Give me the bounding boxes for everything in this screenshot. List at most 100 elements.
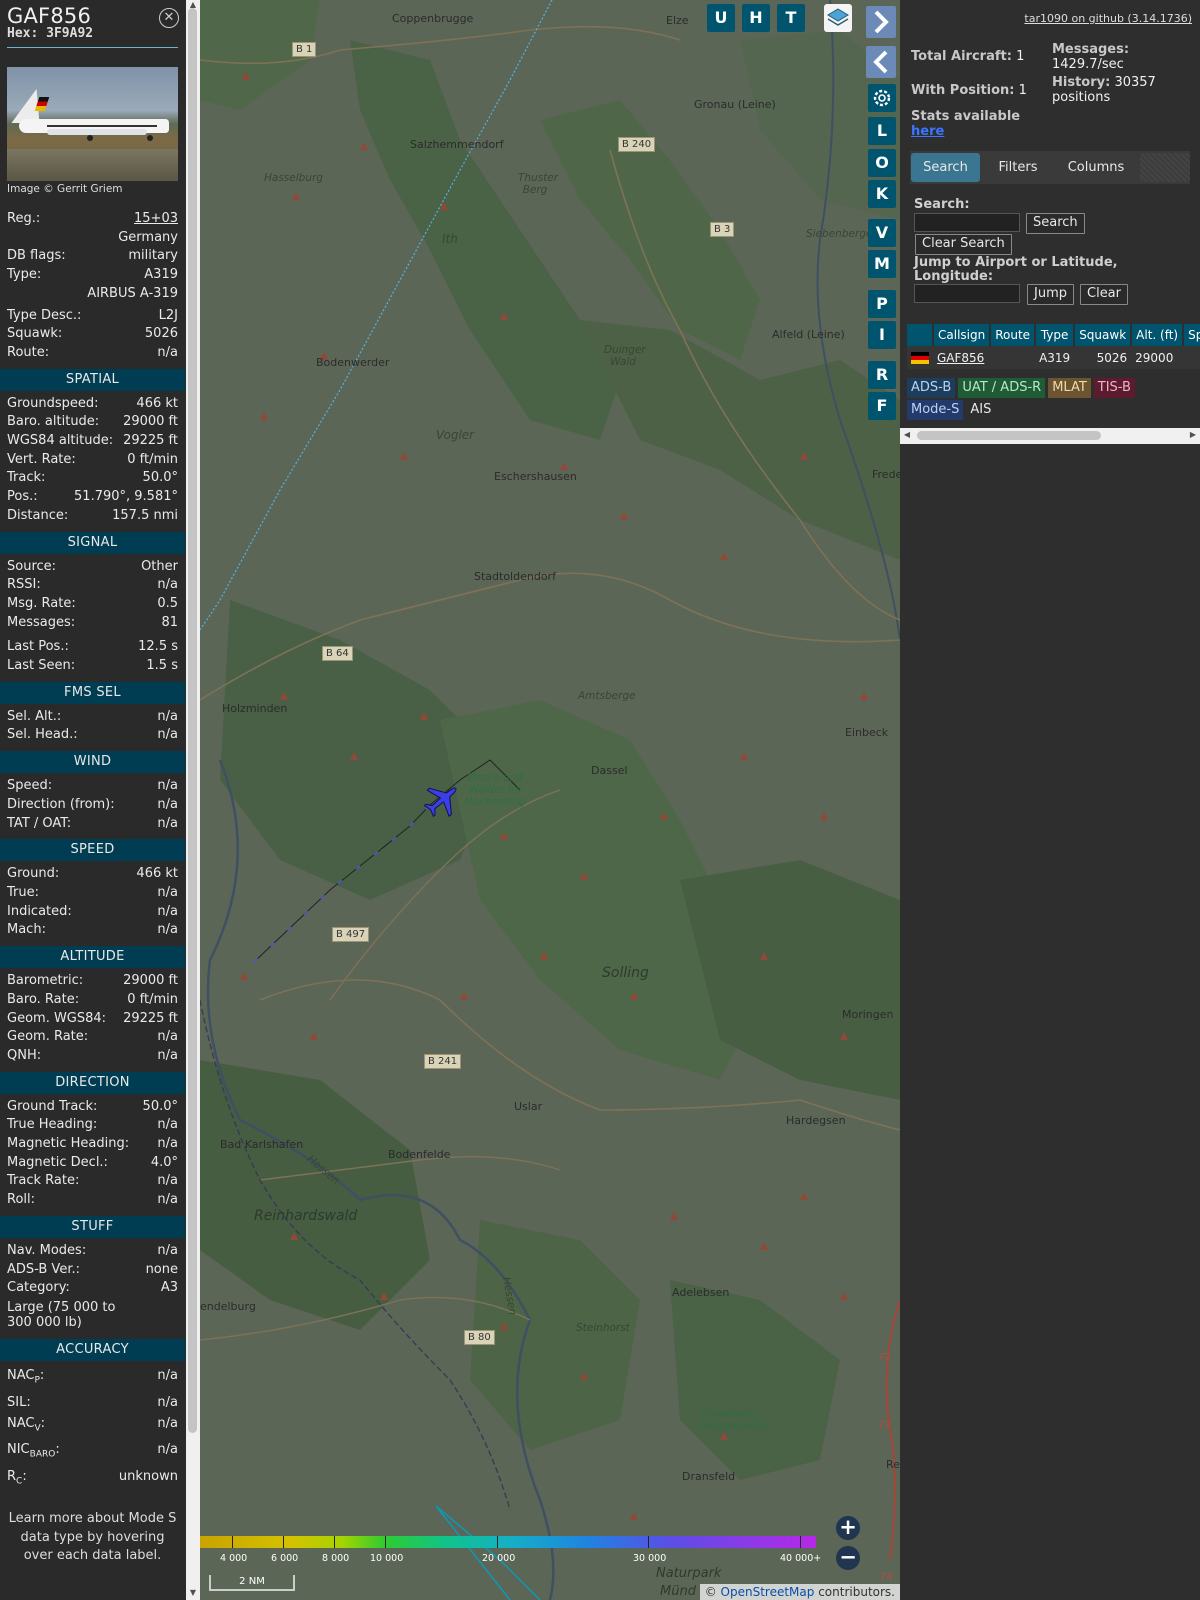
info-row-label: Barometric: xyxy=(7,973,84,989)
type-desc-row: Type Desc.: L2J xyxy=(7,307,178,326)
type-desc-label: Type Desc.: xyxy=(7,307,82,323)
nacv-sub: V xyxy=(34,1423,41,1434)
search-button[interactable]: Search xyxy=(1026,213,1085,234)
tab-search[interactable]: Search xyxy=(911,153,980,182)
total-aircraft-label: Total Aircraft: xyxy=(911,49,1012,64)
col-flag[interactable] xyxy=(907,324,934,346)
close-icon[interactable]: ✕ xyxy=(159,8,179,28)
tab-filters[interactable]: Filters xyxy=(985,153,1051,182)
button-r[interactable]: R xyxy=(868,361,896,389)
info-scrollbar[interactable]: ▲ ▼ xyxy=(186,0,200,1600)
db-flags-row: DB flags: military xyxy=(7,247,178,266)
tab-columns[interactable]: Columns xyxy=(1056,153,1136,182)
col-type[interactable]: Type xyxy=(1035,324,1076,346)
github-link[interactable]: tar1090 on github (3.14.1736) xyxy=(1024,12,1192,25)
help-note: Learn more about Mode S data type by hov… xyxy=(8,1511,177,1564)
info-row-value: 50.0° xyxy=(142,1098,178,1114)
map-view[interactable]: Coppenbrugge Elze Gronau (Leine) Salzhem… xyxy=(200,0,900,1600)
col-alt[interactable]: Alt. (ft) xyxy=(1131,324,1185,346)
spatial-rows: Groundspeed: 466 kt Baro. altitude: 29000 f… xyxy=(0,395,185,526)
info-row-label: WGS84 altitude: xyxy=(7,433,114,449)
info-row: Category: A3 xyxy=(7,1279,178,1298)
button-m[interactable]: M xyxy=(868,250,896,278)
button-k[interactable]: K xyxy=(868,180,896,208)
reg-link[interactable]: 15+03 xyxy=(134,210,178,229)
history-stat: History: 30357 positions xyxy=(1052,75,1192,105)
layers-icon[interactable] xyxy=(824,4,852,32)
minus-icon[interactable]: − xyxy=(836,1546,860,1570)
info-row: Magnetic Heading: n/a xyxy=(7,1135,178,1154)
info-row: Roll: n/a xyxy=(7,1191,178,1210)
button-o[interactable]: O xyxy=(868,149,896,177)
col-spd[interactable]: Spd. xyxy=(1183,324,1200,346)
source-ais: AIS xyxy=(970,402,992,417)
col-callsign[interactable]: Callsign xyxy=(933,324,992,346)
info-row: Pos.: 51.790°, 9.581° xyxy=(7,488,178,507)
osm-link[interactable]: OpenStreetMap xyxy=(721,1585,815,1599)
info-row-value: n/a xyxy=(157,815,178,831)
info-row-value: A3 xyxy=(160,1280,178,1296)
gear-icon[interactable] xyxy=(868,84,896,112)
button-t[interactable]: T xyxy=(777,4,805,32)
route-value: n/a xyxy=(157,344,178,360)
info-row-label: Magnetic Heading: xyxy=(7,1136,130,1152)
button-l[interactable]: L xyxy=(868,117,896,145)
sil-row: SIL: n/a xyxy=(7,1392,178,1413)
info-row: Sel. Alt.: n/a xyxy=(7,708,178,727)
nacv-value: n/a xyxy=(157,1415,178,1431)
nacv-label: NAC xyxy=(7,1415,35,1431)
cell-callsign[interactable]: GAF856 xyxy=(933,346,991,369)
info-scroll-thumb[interactable] xyxy=(188,8,197,1433)
table-hscrollbar[interactable]: ◀ ▶ xyxy=(900,428,1200,444)
scroll-left-icon[interactable]: ◀ xyxy=(902,430,912,440)
button-h[interactable]: H xyxy=(742,4,770,32)
airplane-icon[interactable] xyxy=(422,780,462,820)
info-row: Last Pos.: 12.5 s xyxy=(7,638,178,657)
rc-row: RC: unknown xyxy=(7,1466,178,1493)
nicbaro-sub: BARO xyxy=(29,1449,56,1460)
info-row-label: Baro. altitude: xyxy=(7,414,100,430)
info-row-label: Category: xyxy=(7,1280,70,1296)
total-aircraft: Total Aircraft: 1 xyxy=(911,49,1024,64)
clear-button[interactable]: Clear xyxy=(1080,284,1128,305)
table-scroll-thumb[interactable] xyxy=(917,431,1101,440)
chevron-left-icon[interactable] xyxy=(866,46,896,78)
tab-bar: Search Filters Columns xyxy=(910,151,1190,184)
chevron-right-icon[interactable] xyxy=(866,6,896,38)
button-i[interactable]: I xyxy=(868,321,896,349)
aircraft-table: Callsign Route Type Squawk Alt. (ft) Spd… xyxy=(907,324,1200,369)
messages-value: 1429.7/sec xyxy=(1052,57,1124,72)
info-row-label: Ground: xyxy=(7,866,60,882)
aircraft-photo[interactable] xyxy=(7,67,178,181)
table-row[interactable]: GAF856 A319 5026 29000 xyxy=(907,346,1200,369)
info-row: Geom. Rate: n/a xyxy=(7,1028,178,1047)
nacp-sub: P xyxy=(34,1375,40,1386)
info-row-label: Magnetic Decl.: xyxy=(7,1154,108,1170)
info-row-label: QNH: xyxy=(7,1047,42,1063)
info-row-value: 81 xyxy=(161,614,178,630)
direction-rows: Ground Track: 50.0° True Heading: n/a Magnet… xyxy=(0,1098,185,1210)
button-p[interactable]: P xyxy=(868,290,896,318)
info-row-value: n/a xyxy=(157,903,178,919)
info-row: Msg. Rate: 0.5 xyxy=(7,595,178,614)
stats-here-link[interactable]: here xyxy=(911,124,944,139)
info-row-label: True Heading: xyxy=(7,1117,98,1133)
clear-search-button[interactable]: Clear Search xyxy=(915,234,1012,255)
search-input[interactable] xyxy=(914,213,1020,232)
scroll-right-icon[interactable]: ▶ xyxy=(1188,430,1198,440)
tab-extra[interactable] xyxy=(1140,153,1190,182)
button-f[interactable]: F xyxy=(868,392,896,420)
info-row-label: Mach: xyxy=(7,922,46,938)
info-row: Groundspeed: 466 kt xyxy=(7,395,178,414)
button-v[interactable]: V xyxy=(868,219,896,247)
place-frede: Frede xyxy=(872,468,900,481)
scroll-down-icon[interactable]: ▼ xyxy=(188,1588,198,1598)
col-squawk[interactable]: Squawk xyxy=(1074,324,1133,346)
col-route[interactable]: Route xyxy=(990,324,1037,346)
jump-input[interactable] xyxy=(914,284,1020,303)
button-u[interactable]: U xyxy=(707,4,735,32)
plus-icon[interactable]: + xyxy=(836,1516,860,1540)
jump-button[interactable]: Jump xyxy=(1027,284,1074,305)
nicbaro-label: NIC xyxy=(7,1442,30,1458)
photo-gear xyxy=(147,135,153,141)
